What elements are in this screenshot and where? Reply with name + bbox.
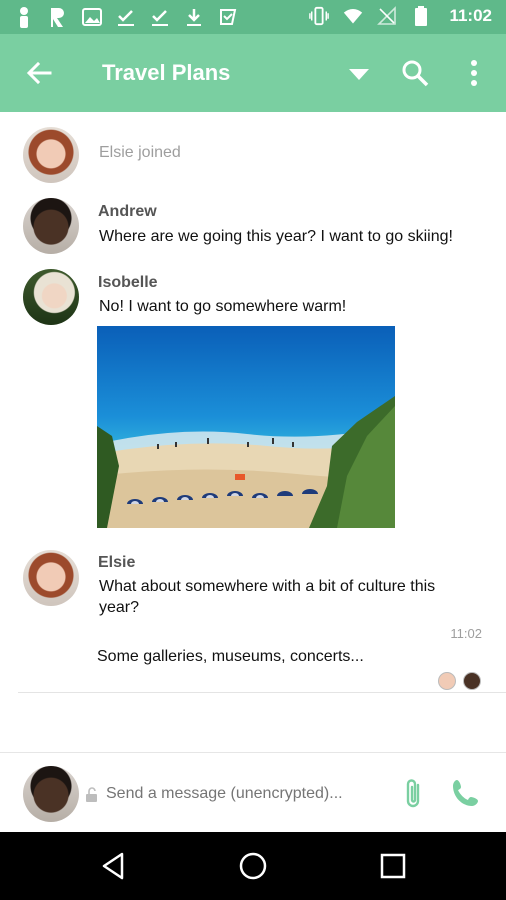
message-text[interactable]: What about somewhere with a bit of cultu…	[99, 576, 475, 618]
message-composer	[0, 752, 506, 833]
wifi-icon	[343, 5, 363, 27]
check-download-icon	[150, 6, 170, 28]
back-arrow-icon[interactable]	[22, 58, 56, 88]
lock-icon	[84, 787, 100, 803]
navigation-bar	[0, 832, 506, 900]
download-icon	[184, 6, 204, 28]
no-signal-icon	[377, 5, 397, 27]
riot-r-icon	[48, 6, 68, 28]
more-vert-icon[interactable]	[462, 58, 486, 88]
sender-name[interactable]: Andrew	[98, 203, 157, 221]
status-time: 11:02	[449, 6, 492, 25]
nav-back-icon[interactable]	[98, 850, 130, 882]
message-input[interactable]	[106, 779, 376, 809]
system-icons: 11:02	[309, 5, 492, 27]
battery-icon	[411, 5, 431, 27]
avatar-elsie[interactable]	[23, 127, 79, 183]
beach-photo[interactable]	[97, 326, 395, 528]
sender-name[interactable]: Isobelle	[98, 274, 158, 292]
nav-home-icon[interactable]	[237, 850, 269, 882]
notification-app-icon	[14, 6, 34, 28]
search-icon[interactable]	[400, 58, 430, 88]
status-bar: 11:02	[0, 0, 506, 34]
avatar-elsie[interactable]	[23, 550, 79, 606]
app-bar: Travel Plans	[0, 34, 506, 112]
dropdown-arrow-icon[interactable]	[346, 64, 372, 84]
timeline-divider	[18, 692, 506, 693]
notification-icons	[14, 6, 238, 28]
attach-icon[interactable]	[400, 777, 428, 811]
read-receipt-avatar[interactable]	[438, 672, 456, 690]
read-receipt-avatar[interactable]	[463, 672, 481, 690]
sender-name[interactable]: Elsie	[98, 554, 135, 572]
my-avatar[interactable]	[23, 766, 79, 822]
message-text[interactable]: No! I want to go somewhere warm!	[99, 296, 489, 317]
check-download-icon	[116, 6, 136, 28]
app-check-icon	[218, 6, 238, 28]
call-icon[interactable]	[450, 777, 482, 809]
image-icon	[82, 6, 102, 28]
system-event-text: Elsie joined	[99, 144, 181, 161]
message-text[interactable]: Where are we going this year? I want to …	[99, 226, 489, 247]
avatar-isobelle[interactable]	[23, 269, 79, 325]
avatar-andrew[interactable]	[23, 198, 79, 254]
room-title[interactable]: Travel Plans	[102, 60, 230, 86]
vibrate-icon	[309, 5, 330, 27]
message-text[interactable]: Some galleries, museums, concerts...	[97, 646, 473, 667]
message-timestamp: 11:02	[450, 626, 482, 641]
nav-recents-icon[interactable]	[377, 850, 409, 882]
